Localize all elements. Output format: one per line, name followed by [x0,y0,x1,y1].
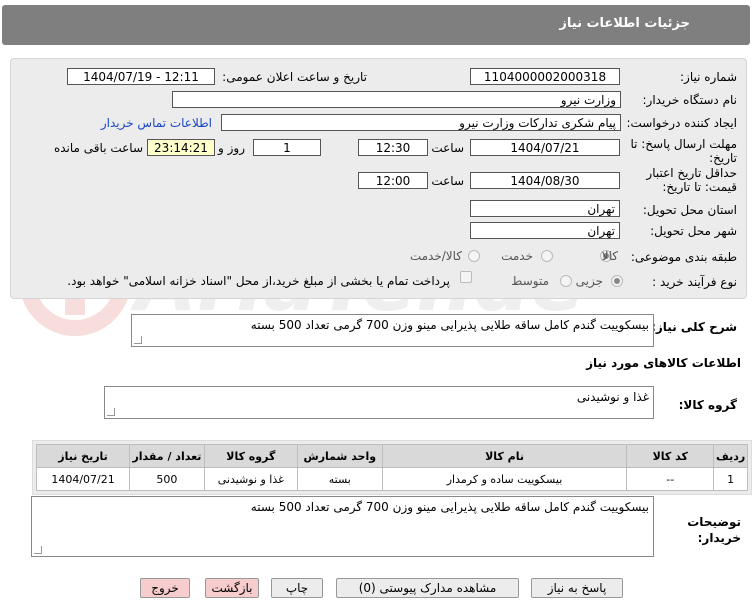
cell-goods-code: -- [626,467,715,491]
buyer-notes-label: توضیحات خریدار: [687,515,741,545]
treasury-payment-checkbox[interactable] [460,271,472,283]
resize-handle-icon[interactable] [107,408,115,416]
days-field[interactable]: 1 [253,139,321,156]
validity-time-label: ساعت [431,174,464,188]
category-service-label: خدمت [501,249,533,263]
goods-group-textarea[interactable]: غذا و نوشیدنی [104,386,654,419]
cell-unit: بسته [296,467,383,491]
process-medium-radio[interactable] [560,275,572,287]
goods-group-label: گروه کالا: [678,398,737,412]
remaining-time-field: 23:14:21 [147,139,215,156]
buyer-contact-link[interactable]: اطلاعات تماس خریدار [101,116,212,130]
items-table: تاریخ نیاز تعداد / مقدار گروه کالا واحد … [35,444,748,491]
header-quantity: تعداد / مقدار [129,444,205,468]
buyer-notes-textarea[interactable]: بیسکوییت گندم کامل ساقه طلایی پذیرایی می… [31,496,654,557]
process-medium-label: متوسط [511,274,549,288]
page-title: جزئیات اطلاعات نیاز [559,16,690,31]
header-goods-name: نام کالا [381,444,628,468]
buyer-org-field[interactable]: وزارت نیرو [172,91,621,108]
resize-handle-icon[interactable] [34,546,42,554]
validity-label: حداقل تاریخ اعتبار قیمت: تا تاریخ: [646,166,737,194]
buyer-notes-text: بیسکوییت گندم کامل ساقه طلایی پذیرایی می… [250,500,649,514]
category-both-label: کالا/خدمت [409,249,462,263]
description-text: بیسکوییت گندم کامل ساقه طلایی پذیرایی می… [250,318,649,332]
creator-field[interactable]: پیام شکری تداركات وزارت نیرو [221,114,621,131]
header-row-number: ردیف [713,444,748,468]
treasury-payment-text: پرداخت تمام یا بخشی از مبلغ خرید،از محل … [67,274,450,288]
category-label: طبقه بندی موضوعی: [630,250,737,264]
description-label: شرح کلی نیاز: [651,320,737,334]
cell-need-date: 1404/07/21 [35,467,131,491]
deadline-date-field[interactable]: 1404/07/21 [470,139,620,156]
back-button[interactable]: بازگشت [205,578,259,598]
process-type-label: نوع فرآیند خرید : [652,275,737,289]
header-goods-group: گروه کالا [203,444,298,468]
deadline-time-label: ساعت [431,141,464,155]
validity-time-field[interactable]: 12:00 [358,172,428,189]
buyer-org-label: نام دستگاه خریدار: [642,93,738,107]
exit-button[interactable]: خروج [140,578,190,598]
cell-goods-name: بیسکوییت ساده و کرمدار [381,467,628,491]
category-service-radio[interactable] [541,250,553,262]
creator-label: ایجاد کننده درخواست: [626,116,737,130]
province-label: استان محل تحویل: [642,203,737,217]
province-field[interactable]: تهران [470,200,620,217]
header-need-date: تاریخ نیاز [35,444,131,468]
table-header-row: تاریخ نیاز تعداد / مقدار گروه کالا واحد … [35,444,748,468]
process-minor-label: جزیی [575,274,603,288]
deadline-time-field[interactable]: 12:30 [358,139,428,156]
print-button[interactable]: چاپ [271,578,323,598]
days-label: روز و [218,141,245,155]
remaining-time-label: ساعت باقی مانده [53,141,143,155]
category-both-radio[interactable] [468,250,480,262]
category-goods-label: کالا [601,249,618,263]
attachments-button[interactable]: مشاهده مدارک پیوستی (0) [336,578,519,598]
cell-quantity: 500 [129,467,205,491]
city-field[interactable]: تهران [470,222,620,239]
validity-date-field[interactable]: 1404/08/30 [470,172,620,189]
need-number-field[interactable]: 1104000002000318 [470,68,620,85]
goods-section-title: اطلاعات کالاهای مورد نیاز [586,356,741,370]
header-goods-code: کد کالا [626,444,715,468]
goods-group-text: غذا و نوشیدنی [576,390,649,404]
need-number-label: شماره نیاز: [680,70,737,84]
page-header: جزئیات اطلاعات نیاز [2,5,750,45]
table-row[interactable]: 1404/07/21 500 غذا و نوشیدنی بسته بیسکوی… [35,467,748,491]
resize-handle-icon[interactable] [134,336,142,344]
city-label: شهر محل تحویل: [650,224,737,238]
announce-date-label: تاریخ و ساعت اعلان عمومی: [222,70,367,84]
header-unit: واحد شمارش [296,444,383,468]
cell-goods-group: غذا و نوشیدنی [203,467,298,491]
items-table-wrapper: تاریخ نیاز تعداد / مقدار گروه کالا واحد … [32,440,752,495]
description-textarea[interactable]: بیسکوییت گندم کامل ساقه طلایی پذیرایی می… [131,314,654,347]
process-minor-radio[interactable] [611,275,623,287]
cell-row-number: 1 [713,467,748,491]
reply-button[interactable]: پاسخ به نیاز [531,578,623,598]
deadline-label: مهلت ارسال پاسخ: تا تاریخ: [630,137,737,165]
announce-date-field[interactable]: 1404/07/19 - 12:11 [67,68,215,85]
